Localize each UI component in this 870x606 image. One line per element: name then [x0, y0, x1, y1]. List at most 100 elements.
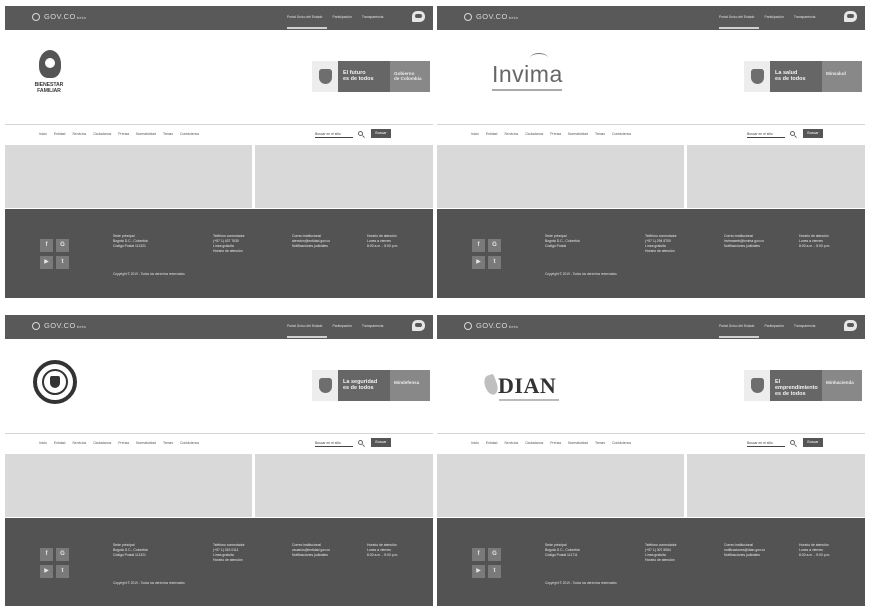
google-plus-icon[interactable]: G	[56, 548, 69, 561]
nav-menu-item[interactable]: Ciudadanos	[93, 132, 111, 136]
search-icon[interactable]	[358, 131, 363, 136]
nav-menu-item[interactable]: Temas	[163, 132, 173, 136]
top-link[interactable]: Portal Único del Estado	[287, 15, 322, 19]
nav-menu-item[interactable]: Temas	[163, 441, 173, 445]
chat-icon[interactable]	[844, 11, 857, 22]
google-plus-icon[interactable]: G	[488, 548, 501, 561]
top-link[interactable]: Portal Único del Estado	[287, 324, 322, 328]
nav-menu-item[interactable]: Contáctenos	[612, 441, 631, 445]
search-button[interactable]: Buscar	[371, 438, 391, 447]
nav-menu-item[interactable]: Normatividad	[568, 441, 588, 445]
government-banner[interactable]: La seguridad es de todos Mindefensa	[312, 370, 430, 401]
nav-menu-item[interactable]: Normatividad	[136, 441, 156, 445]
search-button[interactable]: Buscar	[803, 438, 823, 447]
chat-icon[interactable]	[412, 320, 425, 331]
top-links: Portal Único del Estado Participación Tran…	[287, 15, 383, 19]
site-footer: f G ▶ t Sede principal Bogotá D.C., Colo…	[5, 518, 433, 606]
nav-menu-item[interactable]: Prensa	[118, 132, 129, 136]
content-placeholder-main	[437, 145, 684, 208]
website-mockup-invima: GOV.CObeta Portal Único del Estado Partic…	[437, 6, 865, 298]
search-icon[interactable]	[358, 440, 363, 445]
nav-menu-item[interactable]: Entidad	[54, 441, 66, 445]
google-plus-icon[interactable]: G	[488, 239, 501, 252]
colombia-crest-icon	[312, 61, 338, 92]
facebook-icon[interactable]: f	[472, 548, 485, 561]
top-link[interactable]: Participación	[332, 324, 351, 328]
youtube-icon[interactable]: ▶	[40, 565, 53, 578]
search-input[interactable]: Buscar en el sitio	[315, 439, 353, 447]
entity-logo[interactable]: BIENESTAR FAMILIAR	[31, 48, 65, 104]
nav-menu-item[interactable]: Ciudadanos	[93, 441, 111, 445]
top-link[interactable]: Portal Único del Estado	[719, 324, 754, 328]
gov-logo[interactable]: GOV.CObeta	[44, 12, 86, 21]
nav-menu-item[interactable]: Entidad	[486, 132, 498, 136]
government-banner[interactable]: El futuro es de todos Gobierno de Colomb…	[312, 61, 430, 92]
gov-logo[interactable]: GOV.CObeta	[476, 12, 518, 21]
government-banner[interactable]: La salud es de todos Minsalud	[744, 61, 862, 92]
search-icon[interactable]	[790, 131, 795, 136]
nav-menu-item[interactable]: Contáctenos	[180, 132, 199, 136]
search-input[interactable]: Buscar en el sitio	[315, 130, 353, 138]
gov-logo[interactable]: GOV.CObeta	[44, 321, 86, 330]
nav-menu-item[interactable]: Inicio	[39, 441, 47, 445]
search-input[interactable]: Buscar en el sitio	[747, 439, 785, 447]
active-link-indicator	[719, 27, 759, 29]
gov-top-bar: GOV.CObeta Portal Único del Estado Partic…	[437, 6, 865, 30]
top-link[interactable]: Participación	[332, 15, 351, 19]
nav-menu-item[interactable]: Servicios	[504, 441, 518, 445]
twitter-icon[interactable]: t	[488, 256, 501, 269]
twitter-icon[interactable]: t	[56, 256, 69, 269]
entity-seal-logo[interactable]	[33, 360, 77, 404]
entity-logo[interactable]: Invima	[492, 53, 563, 91]
gov-logo[interactable]: GOV.CObeta	[476, 321, 518, 330]
nav-menu-item[interactable]: Normatividad	[568, 132, 588, 136]
search-button[interactable]: Buscar	[371, 129, 391, 138]
facebook-icon[interactable]: f	[40, 548, 53, 561]
top-link[interactable]: Transparencia	[362, 324, 384, 328]
nav-menu-item[interactable]: Inicio	[39, 132, 47, 136]
nav-menu-item[interactable]: Temas	[595, 441, 605, 445]
nav-menu-item[interactable]: Servicios	[72, 132, 86, 136]
search-input[interactable]: Buscar en el sitio	[747, 130, 785, 138]
footer-hours: Horario de atención Lunes a viernes 8:00…	[799, 234, 831, 248]
gov-shield-icon	[32, 13, 40, 21]
google-plus-icon[interactable]: G	[56, 239, 69, 252]
nav-menu-item[interactable]: Prensa	[550, 132, 561, 136]
nav-menu-item[interactable]: Contáctenos	[612, 132, 631, 136]
twitter-icon[interactable]: t	[488, 565, 501, 578]
youtube-icon[interactable]: ▶	[40, 256, 53, 269]
active-link-indicator	[287, 27, 327, 29]
nav-menu-item[interactable]: Servicios	[72, 441, 86, 445]
search-button[interactable]: Buscar	[803, 129, 823, 138]
top-link[interactable]: Participación	[764, 15, 783, 19]
chat-icon[interactable]	[844, 320, 857, 331]
nav-menu-item[interactable]: Entidad	[486, 441, 498, 445]
top-link[interactable]: Portal Único del Estado	[719, 15, 754, 19]
facebook-icon[interactable]: f	[40, 239, 53, 252]
gov-shield-icon	[464, 13, 472, 21]
nav-menu-item[interactable]: Prensa	[118, 441, 129, 445]
top-link[interactable]: Transparencia	[794, 324, 816, 328]
nav-menu-item[interactable]: Servicios	[504, 132, 518, 136]
nav-menu-item[interactable]: Ciudadanos	[525, 441, 543, 445]
government-banner[interactable]: El emprendimiento es de todos Minhaciend…	[744, 370, 862, 401]
logo-text: BIENESTAR FAMILIAR	[34, 82, 64, 94]
chat-icon[interactable]	[412, 11, 425, 22]
youtube-icon[interactable]: ▶	[472, 565, 485, 578]
youtube-icon[interactable]: ▶	[472, 256, 485, 269]
content-placeholder-main	[5, 145, 252, 208]
top-link[interactable]: Transparencia	[794, 15, 816, 19]
top-link[interactable]: Transparencia	[362, 15, 384, 19]
top-link[interactable]: Participación	[764, 324, 783, 328]
facebook-icon[interactable]: f	[472, 239, 485, 252]
nav-menu-item[interactable]: Inicio	[471, 441, 479, 445]
nav-menu-item[interactable]: Entidad	[54, 132, 66, 136]
nav-menu-item[interactable]: Prensa	[550, 441, 561, 445]
nav-menu-item[interactable]: Temas	[595, 132, 605, 136]
search-icon[interactable]	[790, 440, 795, 445]
nav-menu-item[interactable]: Ciudadanos	[525, 132, 543, 136]
nav-menu-item[interactable]: Normatividad	[136, 132, 156, 136]
twitter-icon[interactable]: t	[56, 565, 69, 578]
nav-menu-item[interactable]: Contáctenos	[180, 441, 199, 445]
nav-menu-item[interactable]: Inicio	[471, 132, 479, 136]
